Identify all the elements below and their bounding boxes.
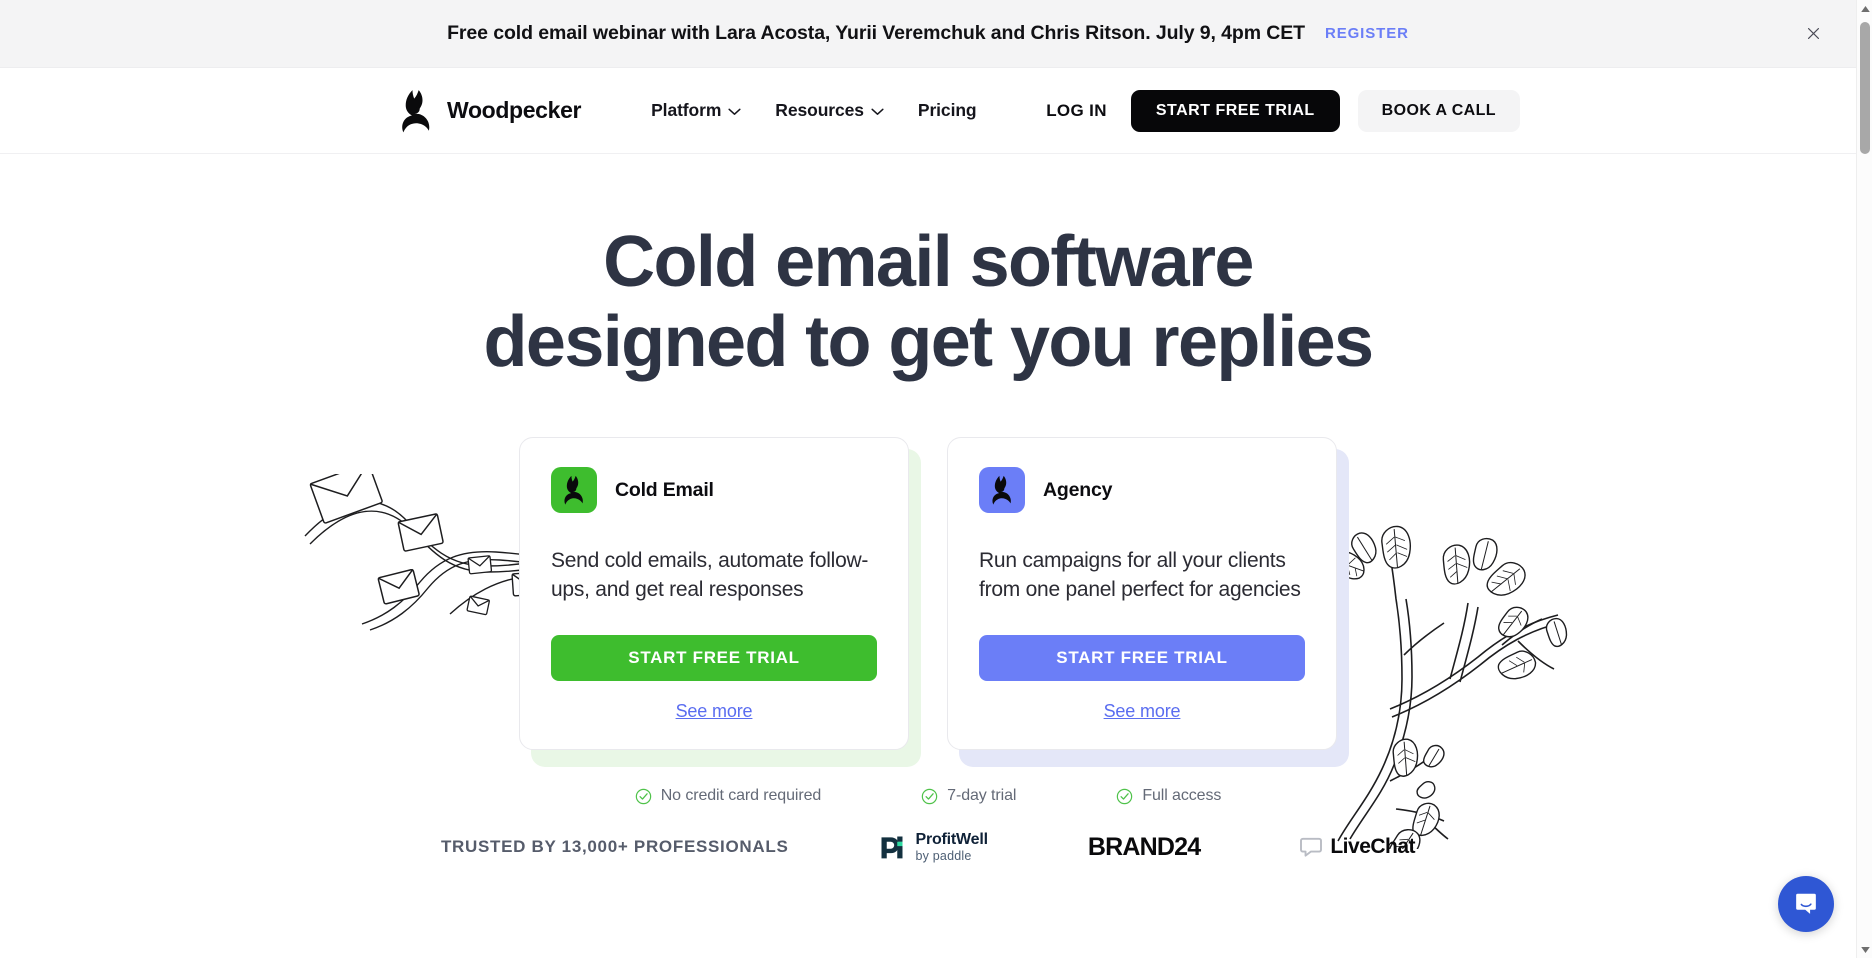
card-start-free-trial-button[interactable]: START FREE TRIAL: [551, 635, 877, 681]
login-link[interactable]: LOG IN: [1046, 101, 1107, 121]
benefit-label: No credit card required: [660, 787, 822, 804]
benefit-label: Full access: [1142, 787, 1222, 804]
check-circle-icon: [921, 788, 938, 804]
trusted-by-section: TRUSTED BY 13,000+ PROFESSIONALS ProfitW…: [0, 832, 1856, 863]
page-scrollbar[interactable]: [1856, 0, 1872, 958]
benefit-item: 7-day trial: [921, 787, 1016, 805]
profitwell-icon: [881, 836, 903, 859]
announcement-register-link[interactable]: REGISTER: [1325, 25, 1409, 42]
woodpecker-logo-icon: [551, 467, 597, 513]
chat-widget-button[interactable]: [1778, 876, 1834, 932]
nav-item-pricing-label: Pricing: [917, 100, 977, 120]
main-navbar: Woodpecker Platform Resources Pricing LO…: [0, 68, 1856, 154]
book-a-call-button[interactable]: BOOK A CALL: [1357, 89, 1520, 132]
hero-title-line-1: Cold email software: [603, 222, 1254, 302]
card-header: Cold Email: [551, 467, 877, 513]
hero-title-line-2: designed to get you replies: [483, 302, 1375, 382]
card-header: Agency: [979, 467, 1305, 513]
card-description: Send cold emails, automate follow-ups, a…: [551, 549, 869, 601]
announcement-banner: Free cold email webinar with Lara Acosta…: [0, 0, 1856, 68]
profitwell-tagline: by paddle: [915, 849, 972, 863]
partner-logos: ProfitWell by paddle BRAND24 LiveChat: [878, 831, 1416, 863]
scroll-up-arrow-icon[interactable]: [1857, 0, 1872, 17]
scroll-down-arrow-icon[interactable]: [1857, 941, 1872, 958]
logo-profitwell: ProfitWell by paddle: [878, 831, 988, 863]
browser-viewport: Free cold email webinar with Lara Acosta…: [0, 0, 1872, 958]
announcement-text: Free cold email webinar with Lara Acosta…: [447, 22, 1305, 44]
card-description: Run campaigns for all your clients from …: [979, 549, 1301, 601]
close-icon[interactable]: [1800, 21, 1826, 47]
livechat-name: LiveChat: [1330, 835, 1416, 859]
nav-actions: LOG IN START FREE TRIAL BOOK A CALL: [1046, 89, 1520, 132]
woodpecker-logo-icon: [979, 467, 1025, 513]
brand-name: Woodpecker: [447, 97, 582, 123]
logo-brand24: BRAND24: [1087, 832, 1201, 861]
product-cards: Cold Email Send cold emails, automate fo…: [0, 437, 1856, 767]
profitwell-text: ProfitWell by paddle: [915, 831, 988, 863]
nav-item-platform-label: Platform: [651, 100, 722, 120]
card-see-more-link[interactable]: See more: [979, 701, 1305, 722]
livechat-bubble-icon: [1300, 838, 1323, 857]
card-title: Agency: [1043, 478, 1113, 501]
trusted-by-label: TRUSTED BY 13,000+ PROFESSIONALS: [440, 837, 789, 857]
nav-item-platform[interactable]: Platform: [651, 100, 741, 121]
card-agency-body: Agency Run campaigns for all your client…: [947, 437, 1337, 750]
benefit-item: Full access: [1116, 787, 1221, 805]
benefit-item: No credit card required: [635, 787, 821, 805]
card-start-free-trial-button[interactable]: START FREE TRIAL: [979, 635, 1305, 681]
profitwell-name: ProfitWell: [915, 831, 988, 848]
benefit-label: 7-day trial: [947, 787, 1017, 804]
nav-item-pricing[interactable]: Pricing: [918, 100, 977, 121]
check-circle-icon: [1117, 788, 1133, 804]
nav-item-resources-label: Resources: [775, 100, 864, 120]
hero-section: Cold email software designed to get you …: [0, 154, 1856, 863]
chevron-down-icon: [871, 108, 884, 115]
page-title: Cold email software designed to get you …: [0, 222, 1856, 382]
benefits-row: No credit card required 7-day trial Full…: [0, 787, 1856, 805]
start-free-trial-button[interactable]: START FREE TRIAL: [1130, 89, 1340, 132]
logo-livechat: LiveChat: [1300, 835, 1416, 859]
page-content: Free cold email webinar with Lara Acosta…: [0, 0, 1856, 958]
card-cold-email-body: Cold Email Send cold emails, automate fo…: [519, 437, 909, 750]
card-cold-email: Cold Email Send cold emails, automate fo…: [519, 437, 921, 767]
nav-item-resources[interactable]: Resources: [775, 100, 884, 121]
chat-bubble-icon: [1796, 893, 1816, 914]
brand-logo-link[interactable]: Woodpecker: [400, 89, 581, 133]
scrollbar-thumb[interactable]: [1860, 22, 1870, 154]
card-see-more-link[interactable]: See more: [551, 701, 877, 722]
card-title: Cold Email: [615, 478, 714, 501]
check-circle-icon: [635, 788, 651, 804]
chevron-down-icon: [728, 108, 741, 115]
woodpecker-logo-icon: [402, 89, 430, 132]
nav-links: Platform Resources Pricing: [651, 100, 977, 121]
card-agency: Agency Run campaigns for all your client…: [947, 437, 1349, 767]
